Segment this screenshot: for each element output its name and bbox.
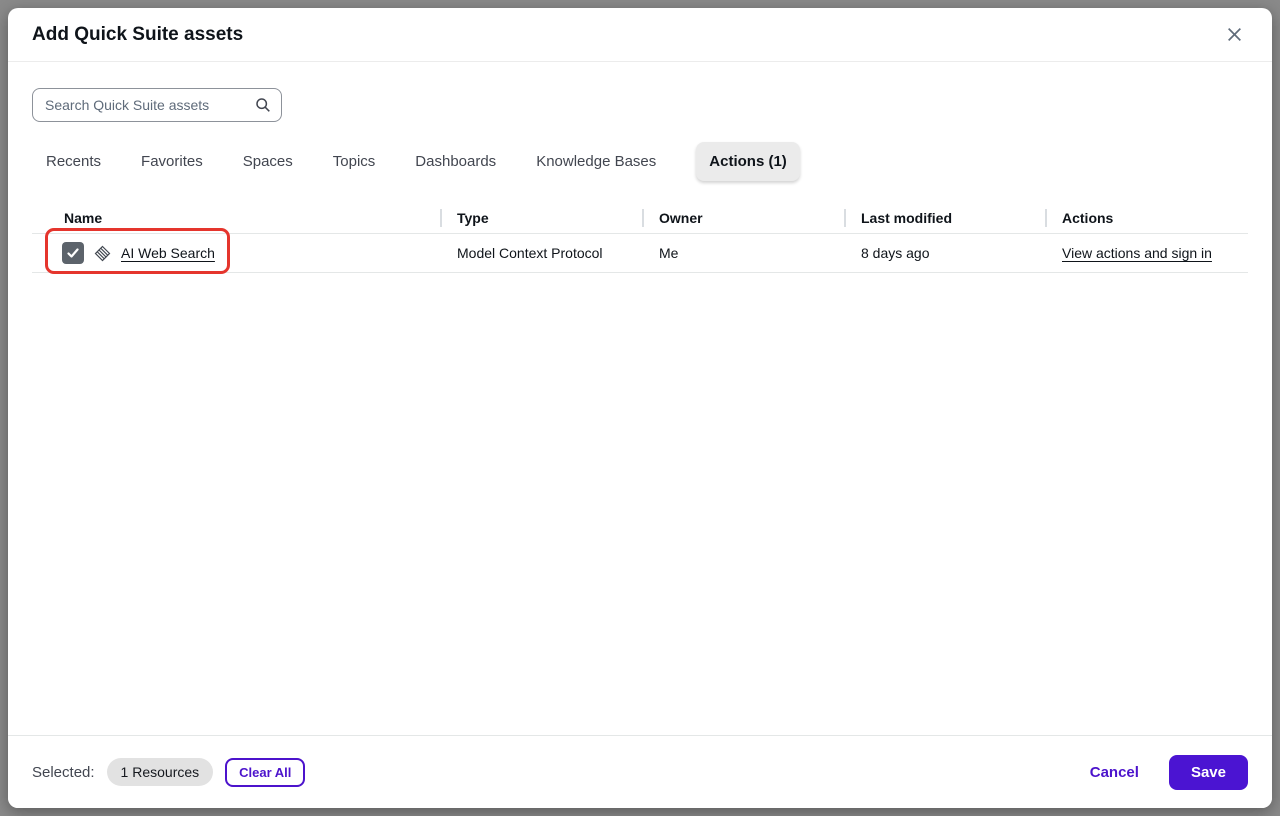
- assets-table: Name Type Owner Last modified Actions AI…: [32, 202, 1248, 274]
- last-modified-cell: 8 days ago: [861, 245, 930, 261]
- modal-footer: Selected: 1 Resources Clear All Cancel S…: [8, 735, 1272, 808]
- column-header-last-modified: Last modified: [844, 208, 1045, 227]
- column-header-type: Type: [440, 208, 642, 227]
- type-cell: Model Context Protocol: [457, 245, 603, 261]
- add-assets-modal: Add Quick Suite assets Recents: [8, 8, 1272, 808]
- actions-cell: View actions and sign in: [1045, 245, 1248, 261]
- asset-name-link[interactable]: AI Web Search: [121, 245, 215, 261]
- cancel-button[interactable]: Cancel: [1090, 764, 1139, 781]
- footer-actions: Cancel Save: [1090, 754, 1248, 790]
- modal-header: Add Quick Suite assets: [8, 8, 1272, 62]
- close-button[interactable]: [1220, 21, 1248, 49]
- selected-label: Selected:: [32, 763, 95, 781]
- view-actions-link[interactable]: View actions and sign in: [1062, 245, 1212, 261]
- asset-tabs: Recents Favorites Spaces Topics Dashboar…: [32, 141, 1248, 181]
- selected-count-badge: 1 Resources: [106, 758, 214, 786]
- name-cell: AI Web Search: [32, 242, 440, 264]
- table-header-row: Name Type Owner Last modified Actions: [32, 202, 1248, 233]
- tab-favorites[interactable]: Favorites: [141, 153, 203, 170]
- search-icon: [255, 97, 271, 113]
- save-button[interactable]: Save: [1168, 754, 1248, 790]
- column-header-actions: Actions: [1045, 208, 1248, 227]
- column-header-owner: Owner: [642, 208, 844, 227]
- tab-topics[interactable]: Topics: [333, 153, 376, 170]
- clear-all-button[interactable]: Clear All: [225, 757, 306, 787]
- owner-cell: Me: [659, 245, 679, 261]
- table-row: AI Web Search Model Context Protocol Me …: [32, 228, 1248, 274]
- row-checkbox[interactable]: [62, 242, 84, 264]
- search-box: [32, 88, 282, 122]
- modal-title: Add Quick Suite assets: [32, 23, 244, 45]
- checkmark-icon: [66, 246, 80, 260]
- tab-dashboards[interactable]: Dashboards: [415, 153, 496, 170]
- mcp-asset-icon: [94, 245, 111, 262]
- close-icon: [1226, 26, 1243, 43]
- tab-recents[interactable]: Recents: [46, 153, 101, 170]
- tab-actions[interactable]: Actions (1): [696, 141, 800, 181]
- tab-knowledge-bases[interactable]: Knowledge Bases: [536, 153, 656, 170]
- selection-summary: Selected: 1 Resources Clear All: [32, 757, 306, 787]
- tab-spaces[interactable]: Spaces: [243, 153, 293, 170]
- search-input[interactable]: [45, 97, 255, 113]
- modal-body: Recents Favorites Spaces Topics Dashboar…: [8, 62, 1272, 735]
- column-header-name: Name: [64, 209, 103, 226]
